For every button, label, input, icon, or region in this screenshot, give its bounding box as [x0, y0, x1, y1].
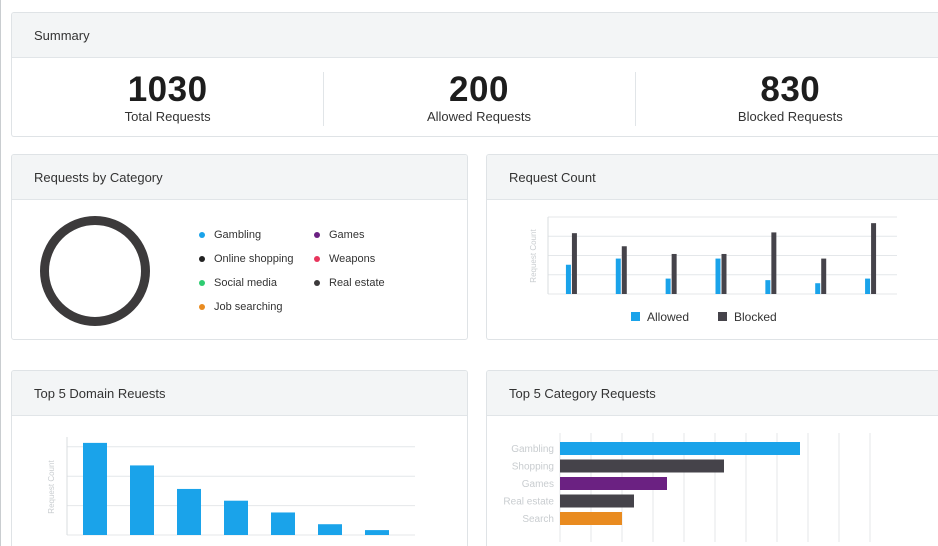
bar	[318, 524, 342, 535]
category-donut-chart[interactable]	[40, 216, 150, 326]
bar-blocked	[821, 258, 827, 294]
stat-total-label: Total Requests	[124, 108, 211, 124]
stat-allowed: 200 Allowed Requests	[323, 58, 634, 136]
top-category-card: Top 5 Category Requests Gambling Shopping…	[486, 370, 938, 546]
legend-item[interactable]: Social media	[199, 275, 314, 291]
top-category-chart: Gambling Shopping Games Real estate Search	[503, 433, 871, 542]
category-header: Requests by Category	[12, 155, 467, 200]
summary-header: Summary	[12, 13, 938, 58]
legend-label: Games	[329, 229, 365, 241]
bar-allowed	[815, 283, 821, 294]
bar-blocked	[621, 246, 627, 294]
category-title: Requests by Category	[34, 169, 163, 185]
stat-total-value: 1030	[127, 69, 208, 109]
category-tick-label: Real estate	[503, 497, 554, 508]
legend-dot	[199, 232, 205, 238]
legend-item[interactable]: Real estate	[314, 275, 404, 291]
stat-blocked-label: Blocked Requests	[737, 108, 843, 124]
legend-item[interactable]: Online shopping	[199, 251, 314, 267]
stat-blocked-value: 830	[760, 69, 821, 109]
bar	[83, 442, 107, 535]
window-left-border	[0, 0, 1, 546]
category-card: Requests by Category Gambling Games Online…	[11, 154, 468, 340]
legend-item[interactable]: Job searching	[199, 299, 314, 315]
bar-blocked	[871, 223, 877, 294]
top-domain-card: Top 5 Domain Reuests Request Count	[11, 370, 468, 546]
legend-swatch-allowed	[631, 312, 640, 321]
request-count-card: Request Count Request Count Allowed Blocke…	[486, 154, 938, 340]
category-tick-label: Shopping	[512, 462, 554, 473]
bar-blocked	[571, 233, 577, 294]
request-count-header: Request Count	[487, 155, 938, 200]
stat-allowed-label: Allowed Requests	[426, 108, 532, 124]
category-tick-label: Games	[522, 479, 554, 490]
bar-allowed	[665, 278, 671, 294]
bar-blocked	[671, 253, 677, 294]
bar-allowed	[765, 280, 771, 294]
top-category-header: Top 5 Category Requests	[487, 371, 938, 416]
legend-label: Social media	[214, 277, 277, 289]
legend-label: Job searching	[214, 301, 283, 313]
bar-blocked	[721, 253, 727, 294]
top-domain-header: Top 5 Domain Reuests	[12, 371, 467, 416]
bar-gambling	[560, 442, 800, 455]
bar	[365, 530, 389, 535]
legend-label-allowed: Allowed	[647, 310, 689, 324]
legend-label: Real estate	[329, 277, 385, 289]
legend-label-blocked: Blocked	[734, 310, 777, 324]
bar-shopping	[560, 459, 724, 473]
top-domain-title: Top 5 Domain Reuests	[34, 385, 166, 401]
bar-real-estate	[560, 494, 634, 508]
stat-total: 1030 Total Requests	[12, 58, 323, 136]
summary-card: Summary 1030 Total Requests 200 Allowed …	[11, 12, 938, 137]
y-axis-label: Request Count	[529, 229, 538, 283]
bar-allowed	[715, 258, 721, 294]
summary-title: Summary	[34, 27, 90, 43]
bar	[224, 500, 248, 535]
legend-dot	[314, 280, 320, 286]
request-count-chart: Request Count Allowed Blocked	[529, 216, 897, 324]
legend-dot	[199, 304, 205, 310]
category-tick-label: Gambling	[511, 444, 554, 455]
bar-allowed	[865, 278, 871, 294]
top-category-title: Top 5 Category Requests	[509, 385, 656, 401]
bar-allowed	[615, 258, 621, 294]
y-axis-label: Request Count	[47, 460, 56, 514]
legend-swatch-blocked	[718, 312, 727, 321]
legend-item[interactable]: Weapons	[314, 251, 404, 267]
top-domain-chart: Request Count	[47, 437, 415, 536]
bar-allowed	[565, 264, 571, 294]
category-legend: Gambling Games Online shopping Weapons Socia…	[199, 227, 404, 315]
bar	[177, 488, 201, 535]
bar-search	[560, 512, 622, 525]
category-tick-label: Search	[522, 514, 554, 525]
legend-dot	[314, 232, 320, 238]
legend-item[interactable]: Games	[314, 227, 404, 243]
bar	[271, 512, 295, 535]
legend-label: Gambling	[214, 229, 262, 241]
summary-stats: 1030 Total Requests 200 Allowed Requests…	[12, 58, 938, 136]
stat-blocked: 830 Blocked Requests	[634, 58, 938, 136]
request-count-title: Request Count	[509, 169, 596, 185]
legend-dot	[199, 256, 205, 262]
bar-games	[560, 477, 667, 490]
legend-label: Weapons	[329, 253, 376, 265]
stat-allowed-value: 200	[449, 69, 509, 109]
bar	[130, 465, 154, 535]
legend-dot	[199, 280, 205, 286]
legend-dot	[314, 256, 320, 262]
bar-blocked	[771, 232, 777, 294]
legend-item[interactable]: Gambling	[199, 227, 314, 243]
legend-label: Online shopping	[214, 253, 294, 265]
